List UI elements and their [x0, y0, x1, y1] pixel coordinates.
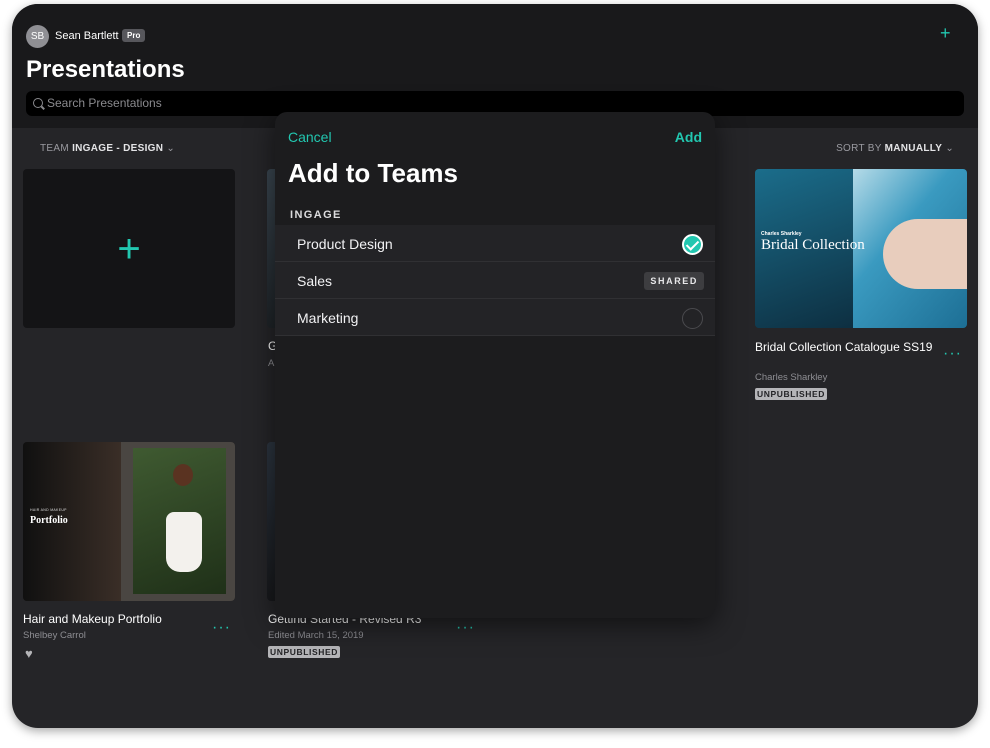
avatar[interactable]: SB: [26, 25, 49, 48]
thumbnail-title: Bridal Collection: [761, 237, 865, 253]
thumbnail-kicker: HAIR AND MAKEUP: [30, 508, 67, 512]
chevron-down-icon: ⌄: [166, 143, 176, 154]
portfolio-thumbnail[interactable]: HAIR AND MAKEUP Portfolio: [23, 442, 235, 601]
card-title: Hair and Makeup Portfolio: [23, 612, 162, 626]
team-filter-label: TEAM: [40, 143, 69, 154]
search-placeholder: Search Presentations: [47, 96, 162, 110]
section-header: INGAGE: [290, 209, 342, 221]
team-row-sales[interactable]: Sales SHARED: [275, 262, 715, 299]
card-author: Charles Sharkley: [755, 372, 828, 383]
team-row-marketing[interactable]: Marketing: [275, 299, 715, 336]
chevron-down-icon: ⌄: [945, 143, 954, 154]
thumbnail-model-head: [173, 464, 193, 486]
sort-value: MANUALLY: [884, 143, 943, 154]
checkmark-icon[interactable]: [682, 234, 703, 255]
page-title: Presentations: [26, 56, 185, 83]
add-button[interactable]: Add: [675, 129, 702, 145]
bridal-thumbnail[interactable]: Charles Sharkley Bridal Collection: [755, 169, 967, 328]
add-presentation-plus-icon[interactable]: +: [940, 24, 951, 42]
ellipsis-icon[interactable]: ···: [943, 346, 962, 362]
status-badge: UNPUBLISHED: [268, 646, 340, 658]
team-row-label: Sales: [297, 273, 333, 289]
shared-badge: SHARED: [644, 272, 704, 290]
team-filter-dropdown[interactable]: TEAM INGAGE - DESIGN ⌄: [40, 143, 175, 154]
unchecked-circle-icon[interactable]: [682, 308, 703, 329]
header-bar: SB Sean Bartlett Pro + Presentations Sea…: [12, 4, 978, 128]
status-badge: UNPUBLISHED: [755, 388, 827, 400]
plus-icon: +: [117, 226, 141, 271]
card-sub-fragment: A: [268, 358, 275, 369]
card-author: Shelbey Carrol: [23, 630, 86, 641]
card-edited: Edited March 15, 2019: [268, 630, 364, 641]
team-row-label: Product Design: [297, 236, 393, 252]
thumbnail-model-dress: [166, 512, 202, 572]
team-row-label: Marketing: [297, 310, 359, 326]
add-to-teams-modal: Cancel Add Add to Teams INGAGE Product D…: [275, 112, 715, 618]
cancel-button[interactable]: Cancel: [288, 129, 332, 145]
search-icon: [33, 98, 43, 108]
thumbnail-hand: [883, 219, 967, 289]
sort-dropdown[interactable]: SORT BY MANUALLY ⌄: [836, 143, 954, 154]
app-window: SB Sean Bartlett Pro + Presentations Sea…: [12, 4, 978, 728]
plan-badge: Pro: [122, 29, 146, 42]
card-title: Bridal Collection Catalogue SS19: [755, 340, 933, 354]
ellipsis-icon[interactable]: ···: [456, 620, 475, 636]
team-filter-value: INGAGE - DESIGN: [72, 143, 164, 154]
user-name[interactable]: Sean Bartlett: [55, 30, 119, 42]
sort-label: SORT BY: [836, 143, 882, 154]
new-presentation-card[interactable]: +: [23, 169, 235, 328]
thumbnail-title: Portfolio: [30, 515, 68, 526]
modal-title: Add to Teams: [288, 158, 458, 188]
ellipsis-icon[interactable]: ···: [212, 620, 231, 636]
heart-icon[interactable]: ♥: [25, 647, 33, 660]
team-row-product-design[interactable]: Product Design: [275, 225, 715, 262]
